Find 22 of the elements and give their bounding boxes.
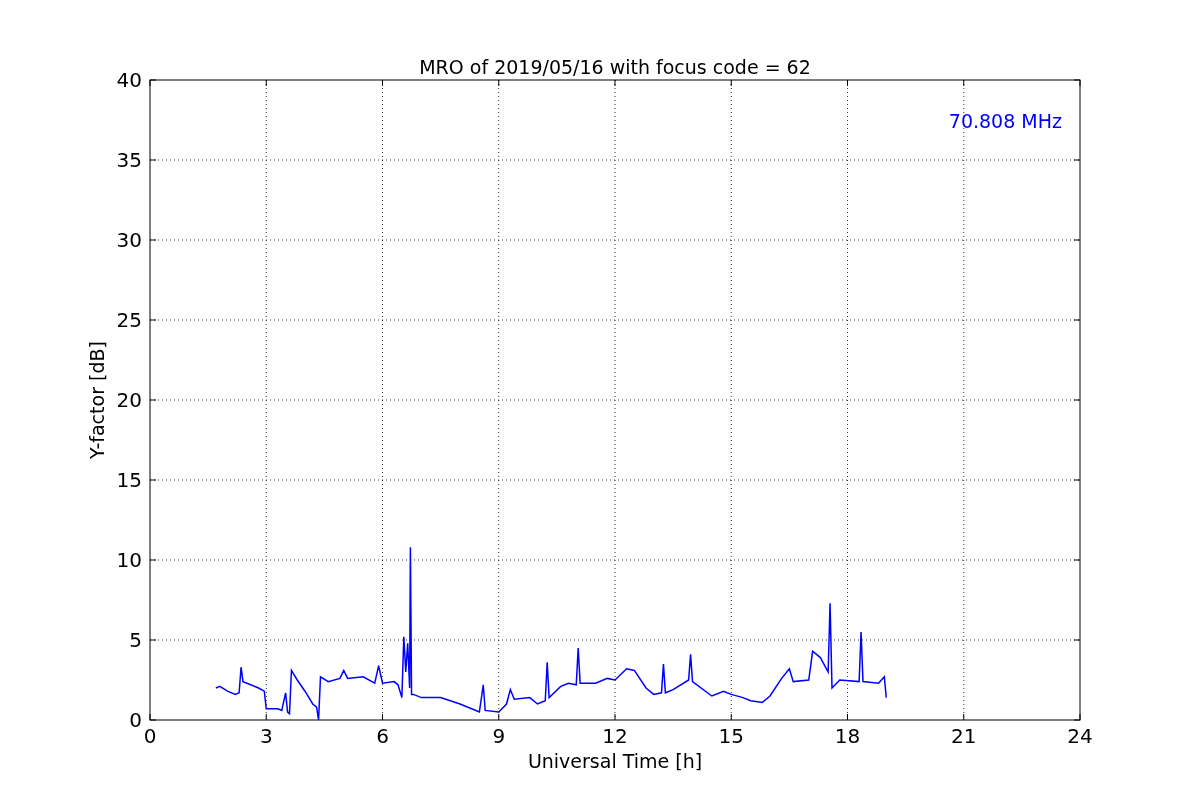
x-axis-label: Universal Time [h] <box>527 750 703 772</box>
y-tick-label: 0 <box>129 708 142 732</box>
x-tick-label: 9 <box>492 724 506 748</box>
x-tick-label: 21 <box>951 724 977 748</box>
x-tick-label: 18 <box>834 724 861 748</box>
x-tick-label: 24 <box>1067 724 1093 748</box>
y-tick-label: 10 <box>116 548 142 572</box>
y-tick-label: 5 <box>129 628 142 652</box>
series-label: 70.808 MHz <box>948 110 1062 132</box>
chart-title: MRO of 2019/05/16 with focus code = 62 <box>419 56 811 78</box>
y-axis-label: Y-factor [dB] <box>86 341 108 459</box>
y-tick-label: 25 <box>116 308 142 332</box>
x-tick-label: 12 <box>602 724 628 748</box>
y-tick-label: 20 <box>116 388 142 412</box>
y-tick-label: 30 <box>116 228 142 252</box>
y-tick-label: 40 <box>116 68 142 92</box>
x-tick-label: 6 <box>376 724 389 748</box>
x-tick-label: 0 <box>143 724 157 748</box>
y-tick-label: 15 <box>116 468 142 492</box>
x-tick-label: 15 <box>718 724 744 748</box>
x-tick-label: 3 <box>259 724 273 748</box>
y-tick-label: 35 <box>116 148 142 172</box>
